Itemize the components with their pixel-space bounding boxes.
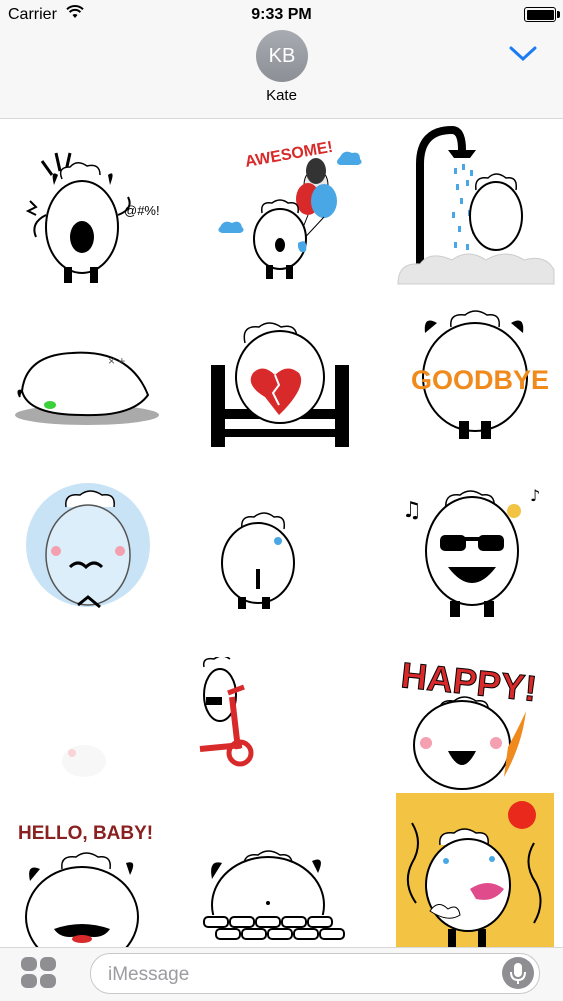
- sticker-sweating-hot[interactable]: [396, 793, 554, 947]
- status-bar: Carrier 9:33 PM: [0, 0, 563, 30]
- contact-name[interactable]: Kate: [0, 87, 563, 104]
- sticker-happy[interactable]: HAPPY!: [396, 651, 556, 791]
- sticker-frozen-bubble[interactable]: [22, 479, 157, 609]
- clock: 9:33 PM: [251, 6, 312, 23]
- sticker-awesome-balloons[interactable]: AWESOME!: [212, 127, 367, 287]
- message-input[interactable]: iMessage: [90, 953, 540, 994]
- sticker-angry-shout[interactable]: @#%!: [12, 139, 167, 289]
- sticker-grid: @#%! AWESOME! × + GOODBYE ♫ ♪ HAPPY! HEL…: [0, 119, 563, 947]
- chevron-down-icon[interactable]: [508, 44, 538, 69]
- sticker-text: @#%!: [124, 203, 160, 218]
- sticker-text: GOODBYE: [411, 365, 549, 395]
- svg-text:♪: ♪: [530, 487, 540, 505]
- sticker-scooter[interactable]: [198, 655, 268, 767]
- sticker-shower[interactable]: [396, 124, 556, 286]
- avatar[interactable]: KB: [256, 30, 308, 82]
- sticker-lying-sick[interactable]: × +: [12, 331, 162, 431]
- svg-text:♫: ♫: [402, 498, 422, 523]
- sticker-hello-baby[interactable]: HELLO, BABY!: [14, 811, 164, 947]
- message-placeholder: iMessage: [108, 964, 190, 985]
- conversation-header: KB Kate: [0, 30, 563, 119]
- sticker-fading[interactable]: [58, 739, 113, 779]
- sticker-crying[interactable]: [208, 511, 308, 611]
- sticker-peeking-wall[interactable]: [202, 849, 352, 947]
- battery-icon: [524, 7, 560, 22]
- app-drawer-icon[interactable]: [20, 956, 58, 990]
- sticker-broken-heart-bench[interactable]: [205, 319, 360, 449]
- microphone-icon[interactable]: [502, 957, 534, 989]
- sticker-goodbye[interactable]: GOODBYE: [405, 309, 555, 439]
- sticker-text: HELLO, BABY!: [18, 823, 153, 844]
- svg-text:× +: × +: [108, 354, 125, 368]
- sticker-sunglasses-music[interactable]: ♫ ♪: [396, 486, 556, 619]
- message-input-bar: iMessage: [0, 947, 563, 1001]
